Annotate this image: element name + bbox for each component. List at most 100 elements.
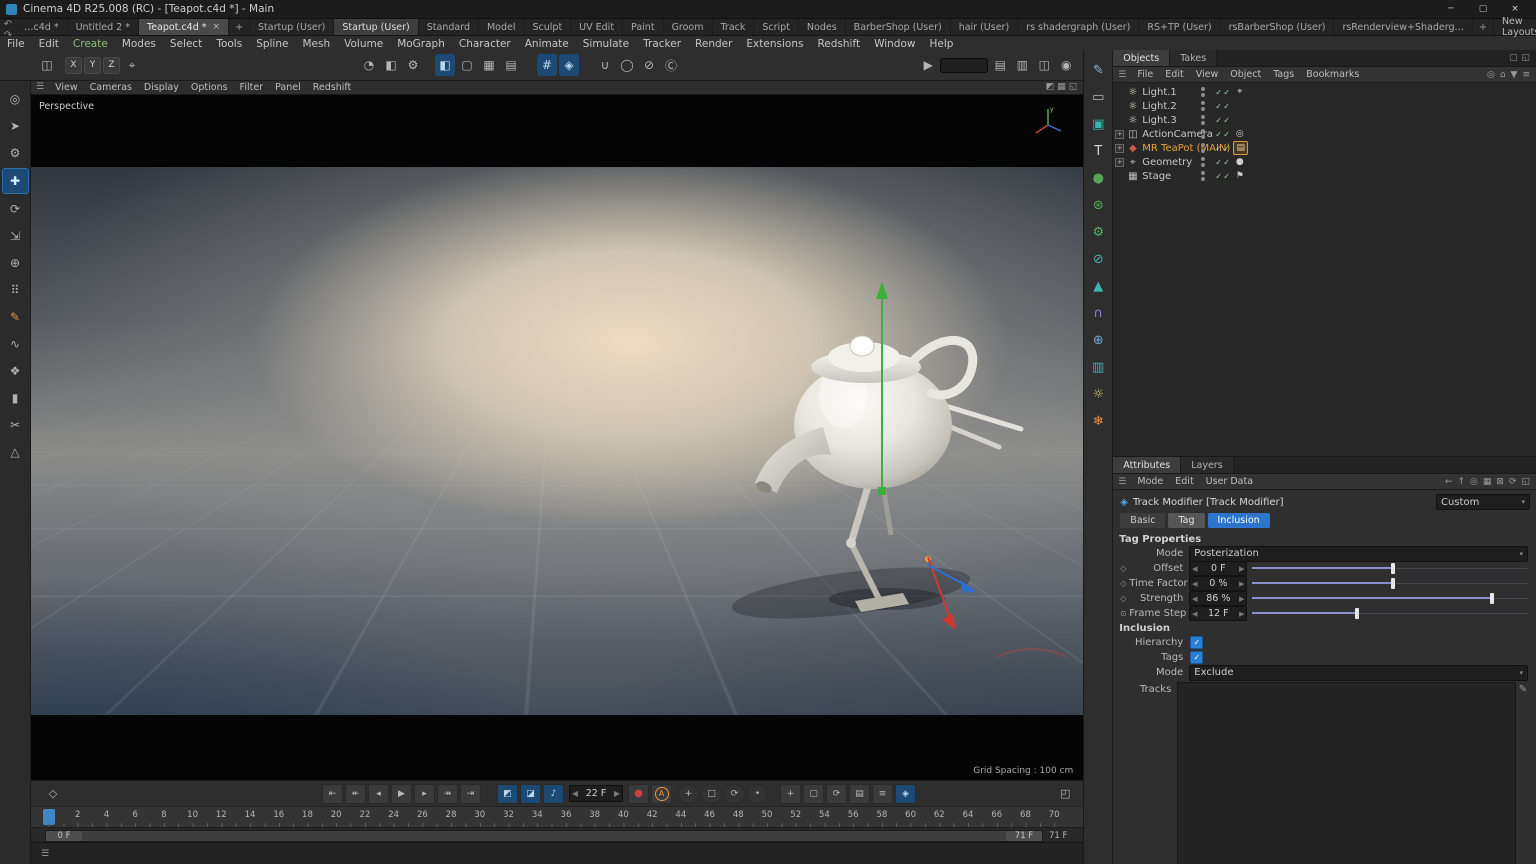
parameter-slider[interactable] (1252, 592, 1528, 605)
record-button[interactable]: ● (628, 784, 649, 804)
objects-menu-tags[interactable]: Tags (1267, 69, 1300, 80)
prev-key-button[interactable]: ↞ (345, 784, 366, 804)
increment-arrow[interactable]: ▶ (1237, 595, 1246, 603)
x-axis-lock-button[interactable]: X (65, 57, 82, 74)
increment-arrow[interactable]: ▶ (1237, 565, 1246, 573)
parameter-slider[interactable] (1252, 577, 1528, 590)
coordinates-manager-icon[interactable]: ◫ (1034, 54, 1054, 76)
viewport-menu-display[interactable]: Display (138, 82, 185, 93)
slider-handle[interactable] (1490, 593, 1494, 604)
goto-end-button[interactable]: ⇥ (460, 784, 481, 804)
keyframe-mode-button[interactable]: ◩ (497, 784, 518, 804)
subdivision-surface-icon[interactable]: ● (1086, 166, 1110, 190)
frame-tick[interactable]: 32 (503, 810, 514, 820)
render-check-icon[interactable]: ✓ (1223, 102, 1230, 111)
sky-icon[interactable]: ⊕ (1086, 328, 1110, 352)
visibility-dots[interactable] (1201, 87, 1205, 97)
frame-tick[interactable]: 46 (704, 810, 715, 820)
parameter-slider[interactable] (1252, 562, 1528, 575)
axis-lock-icon[interactable]: ⊘ (639, 54, 659, 76)
menu-tools[interactable]: Tools (209, 38, 249, 50)
target-tag-icon[interactable]: ⌖ (1233, 86, 1246, 98)
sound-toggle-button[interactable]: ♪ (543, 784, 564, 804)
record-parameter-button[interactable]: • (747, 784, 768, 804)
picture-viewer-icon[interactable]: ▤ (990, 54, 1010, 76)
undock-icon[interactable]: ◱ (1521, 53, 1530, 63)
keyframe-bullet-icon[interactable]: ◇ (1117, 579, 1129, 588)
panel-layout-icon[interactable]: ◱ (1069, 82, 1078, 92)
viewport-menu-panel[interactable]: Panel (269, 82, 307, 93)
progress-bar[interactable] (940, 58, 988, 73)
menu-window[interactable]: Window (867, 38, 922, 50)
layout-tab[interactable]: Nodes (799, 19, 846, 35)
enable-check-icon[interactable]: ✓ (1215, 102, 1222, 111)
circle-tag-icon[interactable]: ● (1233, 156, 1246, 168)
refresh-icon[interactable]: ⟳ (1509, 477, 1517, 487)
doc-tab[interactable]: Untitled 2 * (68, 19, 139, 35)
field-icon[interactable]: ∩ (1086, 301, 1110, 325)
move-tool-icon[interactable]: ✚ (2, 168, 29, 194)
doc-tab[interactable]: Teapot.c4d *× (139, 19, 229, 35)
teapot-3d-object[interactable] (755, 336, 973, 495)
menu-redshift[interactable]: Redshift (810, 38, 867, 50)
frame-tick[interactable]: 66 (991, 810, 1002, 820)
object-label[interactable]: Light.3 (1142, 115, 1177, 126)
render-check-icon[interactable]: ✓ (1223, 144, 1230, 153)
layout-tab[interactable]: BarberShop (User) (846, 19, 951, 35)
key-position-filter[interactable]: + (780, 784, 801, 804)
pen-tool-icon[interactable]: ✎ (3, 305, 28, 329)
display-mode-icon[interactable]: ◩ (1046, 82, 1055, 92)
frame-tick[interactable]: 18 (302, 810, 313, 820)
minimize-button[interactable]: ─ (1436, 1, 1466, 17)
frame-tick[interactable]: 28 (446, 810, 457, 820)
loop-mode-button[interactable]: ◪ (520, 784, 541, 804)
frame-tick[interactable]: 24 (388, 810, 399, 820)
menu-character[interactable]: Character (452, 38, 518, 50)
expander-icon[interactable]: + (1115, 130, 1124, 139)
viewport-menu-filter[interactable]: Filter (234, 82, 270, 93)
grid-toggle-icon[interactable]: ▦ (1057, 82, 1066, 92)
visibility-dots[interactable] (1201, 101, 1205, 111)
menu-modes[interactable]: Modes (115, 38, 163, 50)
viewport-menu-options[interactable]: Options (185, 82, 234, 93)
viewport-3d[interactable]: Perspective y Grid Spacing : 100 cm (31, 95, 1083, 780)
workplane-mode-button[interactable]: ▤ (501, 54, 521, 76)
deformer-icon[interactable]: ⊘ (1086, 247, 1110, 271)
search-icon[interactable]: ◎ (1470, 477, 1478, 487)
frame-tick[interactable]: 22 (359, 810, 370, 820)
modeling-tool-icon[interactable]: ❖ (3, 359, 28, 383)
modes-icon[interactable]: ⚙ (3, 141, 28, 165)
redshift-icon[interactable]: ❄ (1086, 409, 1110, 433)
tracks-list-box[interactable] (1177, 682, 1516, 864)
spline-tool-icon[interactable]: ∿ (3, 332, 28, 356)
frame-tick[interactable]: 62 (934, 810, 945, 820)
objects-menu-icon[interactable]: ☰ (1113, 70, 1131, 80)
back-icon[interactable]: ← (1445, 477, 1453, 487)
doc-tab[interactable]: …c4d * (16, 19, 68, 35)
object-row[interactable]: +◆MR TeaPot (MAIN)✓✓▤ (1113, 141, 1536, 155)
frame-tick[interactable]: 20 (331, 810, 342, 820)
menu-edit[interactable]: Edit (32, 38, 66, 50)
target-tag-icon[interactable]: ◎ (1233, 128, 1246, 140)
mode-dropdown[interactable]: Posterization ▾ (1189, 546, 1528, 562)
object-row[interactable]: ☼Light.1✓✓⌖ (1113, 85, 1536, 99)
primitive-spline-icon[interactable]: ▭ (1086, 85, 1110, 109)
close-button[interactable]: × (1500, 1, 1530, 17)
environment-icon[interactable]: ▲ (1086, 274, 1110, 298)
frame-tick[interactable]: 54 (819, 810, 830, 820)
object-label[interactable]: Stage (1142, 171, 1171, 182)
objects-menu-object[interactable]: Object (1224, 69, 1267, 80)
viewport-camera-icon[interactable]: ◫ (37, 54, 57, 76)
visibility-dots[interactable] (1201, 171, 1205, 181)
attributes-menu-user-data[interactable]: User Data (1200, 476, 1259, 487)
scale-tool-icon[interactable]: ⇲ (3, 224, 28, 248)
keyframe-bullet-icon[interactable]: ⊙ (1117, 609, 1129, 618)
frame-next-arrow[interactable]: ▶ (612, 789, 622, 798)
enable-check-icon[interactable]: ✓ (1215, 144, 1222, 153)
range-start-handle[interactable]: 0 F (46, 831, 82, 841)
viewport-menu-redshift[interactable]: Redshift (307, 82, 358, 93)
key-rotation-filter[interactable]: ⟳ (826, 784, 847, 804)
frame-tick[interactable]: 14 (245, 810, 256, 820)
layout-tab[interactable]: Standard (419, 19, 479, 35)
slider-handle[interactable] (1355, 608, 1359, 619)
